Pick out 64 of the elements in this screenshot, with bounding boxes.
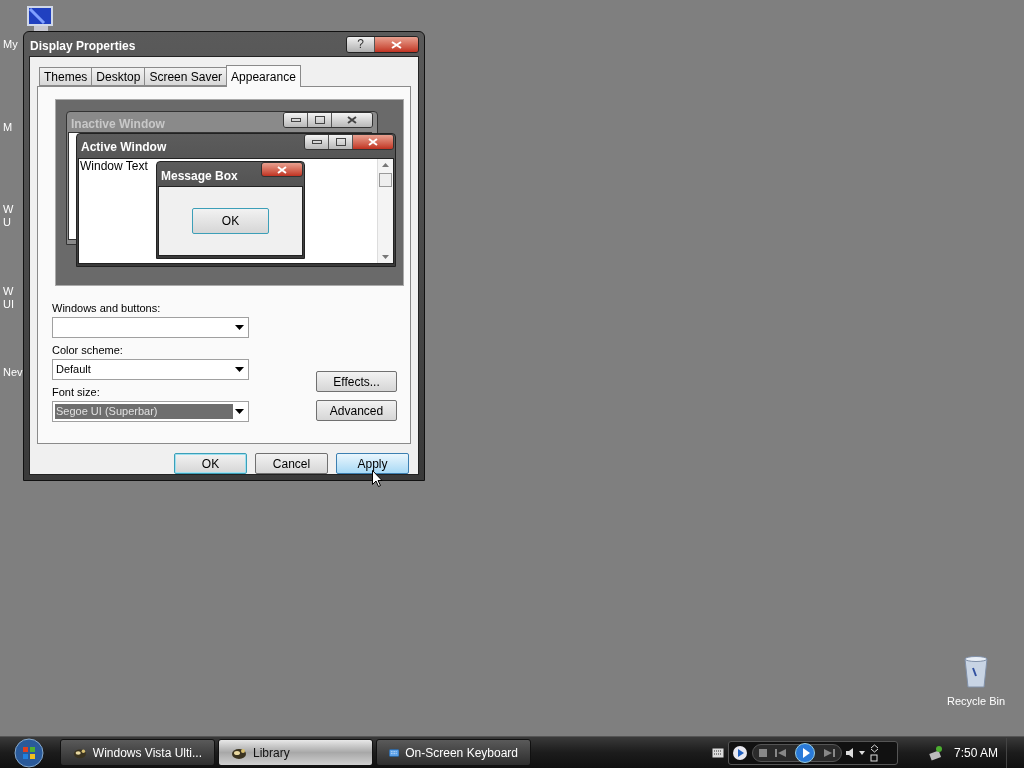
dropdown[interactable]: Segoe UI (Superbar) <box>52 401 249 422</box>
dialog-button[interactable]: OK <box>174 453 247 474</box>
close-button[interactable] <box>375 37 418 52</box>
recycle-bin-icon[interactable] <box>963 656 989 688</box>
scroll-thumb[interactable] <box>379 173 392 187</box>
taskbar-button[interactable]: Library <box>218 739 373 766</box>
taskbar-button[interactable]: Windows Vista Ulti... <box>60 739 215 766</box>
volume-icon[interactable] <box>845 747 866 758</box>
clock[interactable]: 7:50 AM <box>953 743 998 762</box>
maximize-icon <box>308 113 332 127</box>
desktop-icon-label[interactable]: W <box>3 285 14 298</box>
message-box-title: Message Box <box>161 168 238 185</box>
dropdown-value: Default <box>55 362 92 377</box>
dialog-button[interactable]: Apply <box>336 453 409 474</box>
restore-icon[interactable] <box>869 743 879 762</box>
desktop-icon-label[interactable]: UI <box>3 298 14 311</box>
minimize-icon <box>284 113 308 127</box>
desktop-icon-label[interactable]: U <box>3 216 14 229</box>
dropdown-arrow-icon <box>235 367 244 372</box>
side-button[interactable]: Advanced <box>316 400 397 421</box>
help-button[interactable]: ? <box>347 37 375 52</box>
close-icon <box>391 40 402 49</box>
computer-icon[interactable] <box>24 5 56 33</box>
media-player-icon[interactable] <box>731 744 748 761</box>
side-button[interactable]: Effects... <box>316 371 397 392</box>
close-icon <box>261 162 303 177</box>
window-text: Window Text <box>79 159 149 173</box>
scroll-down-icon <box>382 255 389 259</box>
dropdown[interactable]: Default <box>52 359 249 380</box>
field-label: Windows and buttons: <box>52 301 162 316</box>
tab[interactable]: Screen Saver <box>144 67 228 86</box>
scroll-up-icon <box>382 163 389 167</box>
stop-icon[interactable] <box>758 748 767 757</box>
dropdown[interactable] <box>52 317 249 338</box>
tab[interactable]: Desktop <box>91 67 146 86</box>
window-title: Display Properties <box>29 37 136 55</box>
desktop-icon-label[interactable]: Recycle Bin <box>946 693 1006 710</box>
tab[interactable]: Appearance <box>226 65 301 87</box>
dialog-button[interactable]: Cancel <box>255 453 328 474</box>
minimize-icon <box>305 135 329 149</box>
maximize-icon <box>329 135 353 149</box>
desktop-icon-label[interactable]: Nev <box>3 366 23 379</box>
dropdown-arrow-icon <box>235 409 244 414</box>
tab[interactable]: Themes <box>39 67 93 86</box>
keyboard-icon[interactable] <box>711 747 724 758</box>
keyboard-icon <box>389 746 400 759</box>
start-button[interactable] <box>14 737 44 768</box>
ok-button[interactable]: OK <box>192 208 269 234</box>
dropdown-value: Segoe UI (Superbar) <box>55 404 233 419</box>
mouse-cursor-icon <box>372 470 383 487</box>
desktop-icon-label[interactable]: M <box>3 121 13 134</box>
network-icon[interactable] <box>927 744 944 761</box>
desktop-icon-label[interactable]: W <box>3 203 14 216</box>
next-icon[interactable] <box>822 748 835 757</box>
field-label: Color scheme: <box>52 343 124 358</box>
close-icon <box>353 135 393 149</box>
dropdown-arrow-icon <box>235 325 244 330</box>
active-window-title: Active Window <box>81 139 167 156</box>
field-label: Font size: <box>52 385 101 400</box>
play-icon[interactable] <box>794 742 815 763</box>
inactive-window-title: Inactive Window <box>71 116 165 132</box>
taskbar-button[interactable]: On-Screen Keyboard <box>376 739 531 766</box>
close-icon <box>332 113 372 127</box>
previous-icon[interactable] <box>774 748 787 757</box>
